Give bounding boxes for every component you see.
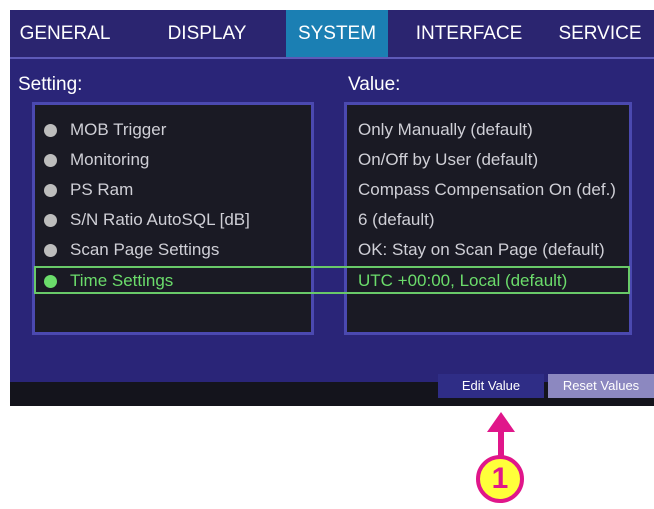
tab-general[interactable]: GENERAL [10,10,120,57]
setting-label: S/N Ratio AutoSQL [dB] [70,210,250,229]
reset-values-button[interactable]: Reset Values [548,374,654,398]
tab-system[interactable]: SYSTEM [286,10,388,57]
callout-badge: 1 [476,455,524,503]
tab-display[interactable]: DISPLAY [152,10,262,57]
setting-label: MOB Trigger [70,120,167,139]
value-cell: Compass Compensation On (def.) [358,180,616,199]
status-dot-icon [44,154,57,167]
status-dot-icon [44,184,57,197]
setting-label: Time Settings [70,271,174,290]
value-cell: Only Manually (default) [358,120,533,139]
tab-bar: GENERAL DISPLAY SYSTEM INTERFACE SERVICE [10,10,654,57]
value-cell: On/Off by User (default) [358,150,539,169]
setting-label: PS Ram [70,180,134,199]
setting-label: Scan Page Settings [70,240,220,259]
tab-service[interactable]: SERVICE [546,10,654,57]
tab-interface[interactable]: INTERFACE [408,10,530,57]
arrow-shaft [498,428,504,458]
value-cell: UTC +00:00, Local (default) [358,271,568,290]
edit-value-button[interactable]: Edit Value [438,374,544,398]
setting-header: Setting: [18,74,83,95]
device-screen: GENERAL DISPLAY SYSTEM INTERFACE SERVICE… [10,10,654,406]
setting-label: Monitoring [70,150,150,169]
status-dot-icon [44,214,57,227]
status-dot-icon [44,244,57,257]
value-cell: 6 (default) [358,210,435,229]
status-dot-icon [44,124,57,137]
value-header: Value: [348,74,401,95]
value-cell: OK: Stay on Scan Page (default) [358,240,605,259]
tab-divider [10,57,654,59]
status-dot-icon [44,275,57,288]
